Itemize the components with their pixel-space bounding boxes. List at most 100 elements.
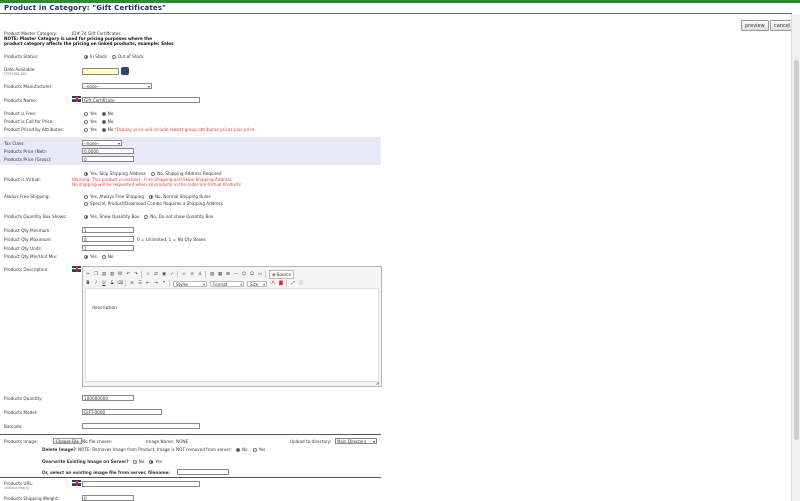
is-virtual-yes-radio[interactable] bbox=[84, 171, 88, 176]
status-in-stock-radio[interactable] bbox=[84, 54, 88, 59]
free-shipping-special-radio[interactable] bbox=[84, 201, 88, 206]
paste-icon[interactable]: ▤ bbox=[101, 272, 107, 278]
qty-maximum-input[interactable]: 0 bbox=[82, 236, 134, 242]
overwrite-image-yes-radio[interactable] bbox=[149, 459, 154, 464]
free-shipping-label: Always Free Shipping: bbox=[4, 194, 50, 199]
text-color-icon[interactable]: A bbox=[270, 281, 276, 287]
call-for-price-label: Product is Call for Price: bbox=[4, 119, 54, 124]
styles-dropdown[interactable]: Styles bbox=[173, 280, 207, 288]
is-virtual-no-label: No, Shipping Address Required bbox=[156, 171, 222, 176]
qty-units-input[interactable]: 1 bbox=[82, 245, 134, 251]
overwrite-image-no-radio[interactable] bbox=[132, 459, 137, 464]
size-dropdown[interactable]: Size bbox=[247, 280, 267, 288]
delete-image-yes-radio[interactable] bbox=[252, 447, 257, 452]
toolbar-separator bbox=[125, 280, 126, 287]
delete-image-row: Delete Image? NOTE: Removes Image from P… bbox=[42, 447, 270, 452]
image-icon[interactable]: ▨ bbox=[209, 272, 215, 278]
manufacturer-select[interactable]: --none-- bbox=[82, 83, 152, 89]
preview-button[interactable]: preview bbox=[741, 20, 769, 31]
call-for-price-yes-radio[interactable] bbox=[84, 119, 88, 124]
italic-icon[interactable]: I bbox=[93, 281, 99, 287]
delete-image-no-radio[interactable] bbox=[235, 447, 240, 452]
maximize-icon[interactable]: ⤢ bbox=[290, 281, 296, 287]
qty-box-no-label: No, Do not show Quantity Box bbox=[150, 214, 214, 219]
price-net-input[interactable]: 0.0000 bbox=[82, 148, 134, 154]
products-name-input[interactable]: Gift Certificate bbox=[82, 97, 200, 103]
delete-image-yes-label: Yes bbox=[258, 447, 266, 452]
flash-icon[interactable]: ▦ bbox=[217, 272, 223, 278]
upload-directory-select[interactable]: Main Directory bbox=[335, 438, 377, 444]
url-input[interactable] bbox=[82, 481, 200, 487]
is-free-yes-radio[interactable] bbox=[84, 111, 88, 116]
qty-mix-no-radio[interactable] bbox=[101, 254, 106, 259]
shipping-weight-input[interactable]: 0 bbox=[82, 495, 134, 501]
format-dropdown[interactable]: Format bbox=[210, 280, 244, 288]
description-editor[interactable]: ✂ ❐ ▤ ▥ W ↶ ↷ ⌕ ⇄ ▣ ✓ ∞ ⊘ ⚓ ▨ ▦ ⊞ ― ☺ Ω … bbox=[82, 266, 382, 387]
qty-box-no-radio[interactable] bbox=[144, 214, 149, 219]
existing-image-input[interactable] bbox=[177, 469, 229, 475]
tax-class-select[interactable]: --none-- bbox=[82, 140, 122, 146]
paste-word-icon[interactable]: W bbox=[117, 272, 123, 278]
date-available-input[interactable] bbox=[82, 68, 119, 75]
qty-minimum-input[interactable]: 1 bbox=[82, 227, 134, 233]
spellcheck-icon[interactable]: ✓ bbox=[169, 272, 175, 278]
bold-icon[interactable]: B bbox=[85, 281, 91, 287]
priced-by-attributes-yes-radio[interactable] bbox=[84, 127, 88, 132]
undo-icon[interactable]: ↶ bbox=[125, 272, 131, 278]
price-gross-input[interactable]: 0 bbox=[82, 156, 134, 162]
qty-box-yes-radio[interactable] bbox=[84, 214, 88, 219]
free-shipping-yes-radio[interactable] bbox=[84, 194, 88, 199]
source-button[interactable]: ◉ Source bbox=[269, 270, 295, 279]
calendar-icon[interactable] bbox=[121, 67, 129, 81]
qty-mix-yes-radio[interactable] bbox=[84, 254, 88, 259]
resize-handle-icon[interactable]: ◢ bbox=[376, 380, 379, 385]
replace-icon[interactable]: ⇄ bbox=[153, 272, 159, 278]
toolbar-separator bbox=[265, 271, 266, 278]
description-edit-area[interactable]: description bbox=[85, 288, 379, 382]
toolbar-separator bbox=[177, 271, 178, 278]
is-virtual-no-radio[interactable] bbox=[150, 171, 155, 176]
is-free-no-radio[interactable] bbox=[101, 111, 106, 116]
find-icon[interactable]: ⌕ bbox=[145, 272, 151, 278]
is-free-radio-group: Yes No bbox=[84, 111, 118, 116]
is-virtual-label: Product is Virtual: bbox=[4, 177, 42, 182]
special-char-icon[interactable]: Ω bbox=[249, 272, 255, 278]
call-for-price-no-radio[interactable] bbox=[101, 119, 106, 124]
about-icon[interactable]: ⓘ bbox=[298, 281, 304, 287]
table-icon[interactable]: ⊞ bbox=[225, 272, 231, 278]
free-shipping-no-radio[interactable] bbox=[148, 194, 153, 199]
bulleted-list-icon[interactable]: ☰ bbox=[137, 281, 143, 287]
priced-by-attributes-no-radio[interactable] bbox=[101, 127, 106, 132]
select-all-icon[interactable]: ▣ bbox=[161, 272, 167, 278]
outdent-icon[interactable]: ⇤ bbox=[145, 281, 151, 287]
page-scrollbar-thumb[interactable] bbox=[794, 60, 799, 440]
copy-icon[interactable]: ❐ bbox=[93, 272, 99, 278]
numbered-list-icon[interactable]: ≡ bbox=[129, 281, 135, 287]
page-break-icon[interactable]: ▭ bbox=[257, 272, 263, 278]
model-input[interactable]: GIFT-0000 bbox=[82, 409, 162, 415]
underline-icon[interactable]: U bbox=[101, 281, 107, 287]
paste-text-icon[interactable]: ▥ bbox=[109, 272, 115, 278]
tax-class-label: Tax Class: bbox=[4, 141, 25, 146]
indent-icon[interactable]: ⇥ bbox=[153, 281, 159, 287]
anchor-icon[interactable]: ⚓ bbox=[197, 272, 203, 278]
blockquote-icon[interactable]: ❝ bbox=[161, 281, 167, 287]
cut-icon[interactable]: ✂ bbox=[85, 272, 91, 278]
link-icon[interactable]: ∞ bbox=[181, 272, 187, 278]
horizontal-rule-icon[interactable]: ― bbox=[233, 272, 239, 278]
unlink-icon[interactable]: ⊘ bbox=[189, 272, 195, 278]
redo-icon[interactable]: ↷ bbox=[133, 272, 139, 278]
status-out-of-stock-radio[interactable] bbox=[111, 54, 116, 59]
choose-file-button[interactable]: Choose File bbox=[53, 438, 82, 444]
remove-format-icon[interactable]: ⌫ bbox=[117, 281, 123, 287]
barcode-input[interactable] bbox=[82, 423, 200, 429]
qty-maximum-hint: 0 = Unlimited, 1 = No Qty Boxes bbox=[137, 237, 206, 242]
qty-box-label: Products Quantity Box Shows: bbox=[4, 214, 67, 219]
free-shipping-yes-label: Yes, Always Free Shipping bbox=[90, 194, 144, 199]
price-gross-label: Products Price (Gross): bbox=[4, 157, 52, 162]
qty-box-yes-label: Yes, Show Quantity Box bbox=[90, 214, 140, 219]
background-color-icon[interactable]: ▇ bbox=[278, 281, 284, 287]
quantity-input[interactable]: 100000000 bbox=[82, 395, 134, 401]
strikethrough-icon[interactable]: S bbox=[109, 281, 115, 287]
smiley-icon[interactable]: ☺ bbox=[241, 272, 247, 278]
